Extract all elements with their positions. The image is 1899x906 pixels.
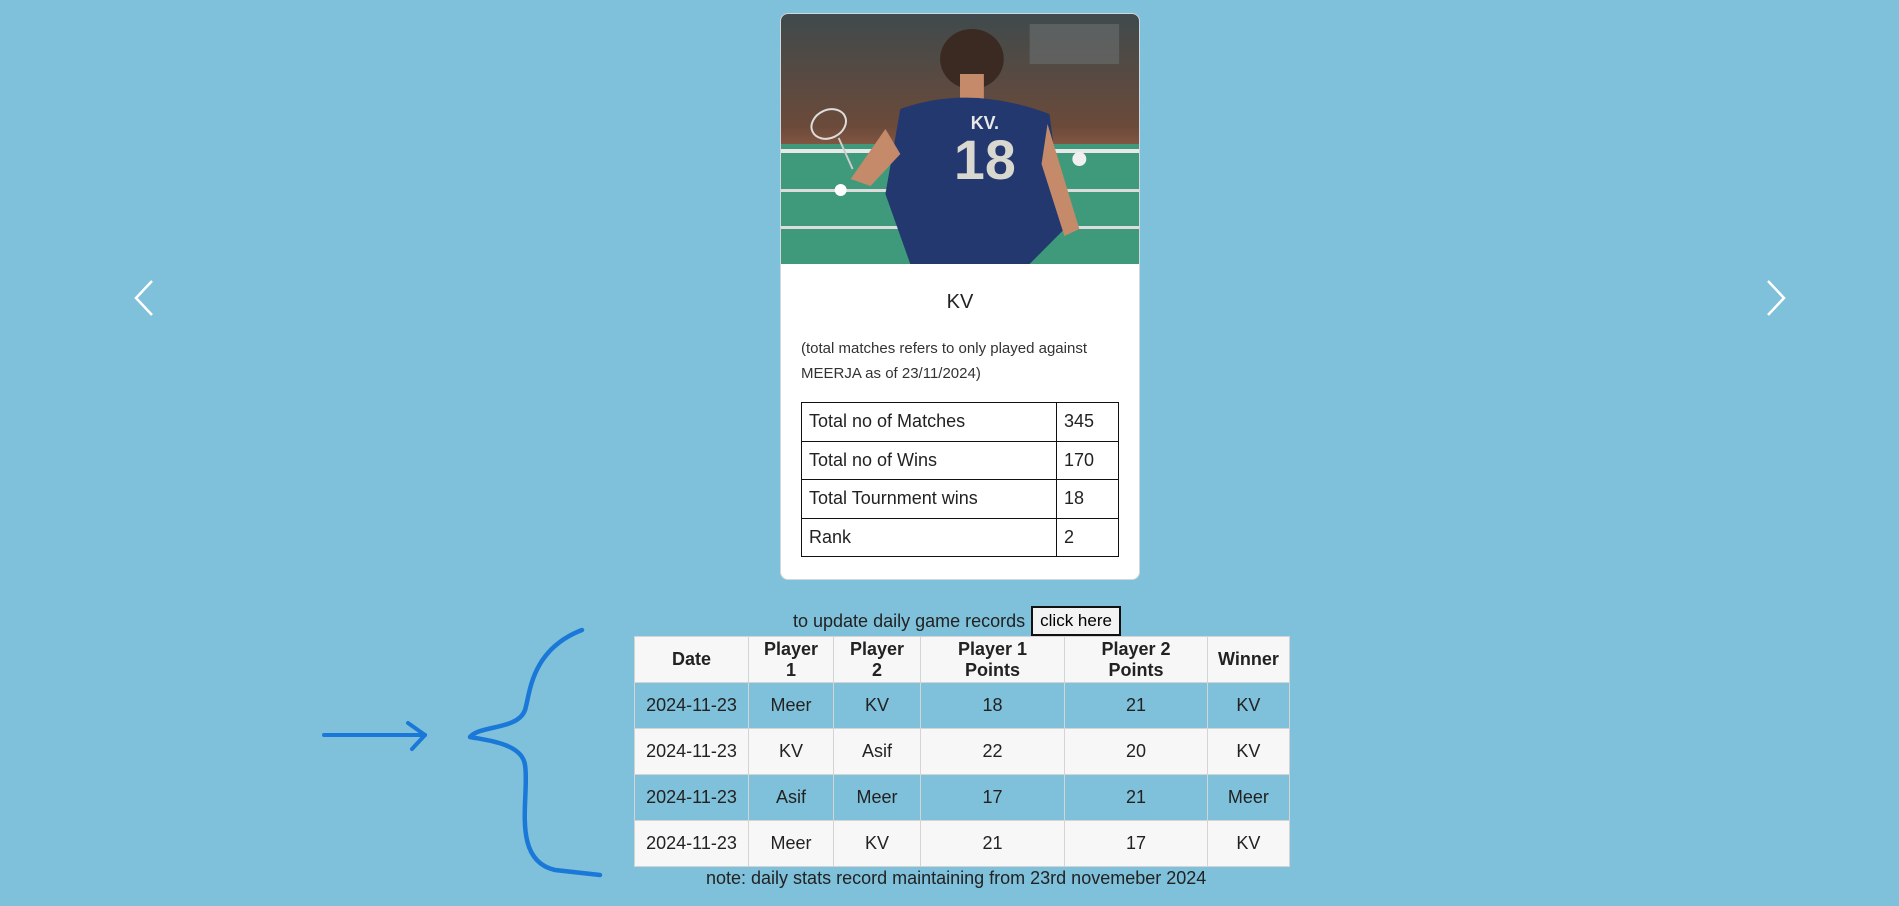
table-cell: Meer [833, 774, 921, 821]
chevron-right-icon [1767, 280, 1786, 316]
table-cell: KV [833, 820, 921, 867]
table-cell: 21 [1064, 682, 1208, 729]
table-cell: 2024-11-23 [634, 682, 749, 729]
chevron-left-icon [134, 280, 153, 316]
table-cell: KV [748, 728, 834, 775]
table-cell: Meer [1207, 774, 1290, 821]
table-cell: Asif [748, 774, 834, 821]
table-cell: KV [833, 682, 921, 729]
stats-value: 170 [1056, 440, 1119, 480]
table-row: 2024-11-23 Asif Meer 17 21 Meer [634, 774, 1290, 821]
table-cell: 18 [920, 682, 1065, 729]
carousel-next-button[interactable] [1764, 278, 1788, 318]
column-header-player1-points: Player 1 Points [920, 636, 1065, 683]
table-cell: KV [1207, 820, 1290, 867]
table-cell: 21 [920, 820, 1065, 867]
table-cell: KV [1207, 682, 1290, 729]
carousel-prev-button[interactable] [132, 278, 156, 318]
stats-value: 2 [1056, 517, 1119, 557]
table-cell: 2024-11-23 [634, 774, 749, 821]
page: KV. 18 KV (total matches refers to only … [0, 0, 1899, 906]
stats-value: 18 [1056, 479, 1119, 519]
table-cell: 22 [920, 728, 1065, 775]
table-cell: KV [1207, 728, 1290, 775]
table-cell: 2024-11-23 [634, 728, 749, 775]
table-cell: Meer [748, 820, 834, 867]
daily-records-table: Date Player 1 Player 2 Player 1 Points P… [634, 636, 1290, 867]
column-header-winner: Winner [1207, 636, 1290, 683]
stats-label: Total Tournment wins [801, 479, 1057, 519]
stats-label: Rank [801, 517, 1057, 557]
annotation-arrow-brace-icon [322, 627, 603, 878]
table-cell: 17 [920, 774, 1065, 821]
player-card: KV. 18 KV (total matches refers to only … [780, 13, 1140, 580]
stats-note: (total matches refers to only played aga… [801, 340, 1087, 382]
column-header-player1: Player 1 [748, 636, 834, 683]
table-row: 2024-11-23 Meer KV 21 17 KV [634, 820, 1290, 867]
table-header-row: Date Player 1 Player 2 Player 1 Points P… [634, 636, 1290, 683]
table-cell: 17 [1064, 820, 1208, 867]
table-cell: Asif [833, 728, 921, 775]
stats-label: Total no of Wins [801, 440, 1057, 480]
update-records-button[interactable]: click here [1031, 606, 1121, 636]
update-records-line: to update daily game records click here [793, 606, 1121, 636]
stats-row: Total Tournment wins 18 [801, 479, 1119, 519]
player-photo: KV. 18 [781, 14, 1139, 264]
table-row: 2024-11-23 KV Asif 22 20 KV [634, 728, 1290, 775]
player-name: KV [946, 291, 974, 313]
stats-row: Total no of Matches 345 [801, 402, 1119, 442]
stats-table: Total no of Matches 345 Total no of Wins… [801, 402, 1119, 557]
stats-value: 345 [1056, 402, 1119, 442]
table-cell: Meer [748, 682, 834, 729]
column-header-date: Date [634, 636, 749, 683]
column-header-player2: Player 2 [833, 636, 921, 683]
update-records-text: to update daily game records [793, 610, 1026, 631]
table-cell: 20 [1064, 728, 1208, 775]
column-header-player2-points: Player 2 Points [1064, 636, 1208, 683]
table-cell: 2024-11-23 [634, 820, 749, 867]
footer-note: note: daily stats record maintaining fro… [706, 868, 1207, 888]
stats-label: Total no of Matches [801, 402, 1057, 442]
stats-row: Rank 2 [801, 517, 1119, 557]
table-row: 2024-11-23 Meer KV 18 21 KV [634, 682, 1290, 729]
table-cell: 21 [1064, 774, 1208, 821]
stats-row: Total no of Wins 170 [801, 440, 1119, 480]
jersey-number: 18 [954, 128, 1016, 191]
